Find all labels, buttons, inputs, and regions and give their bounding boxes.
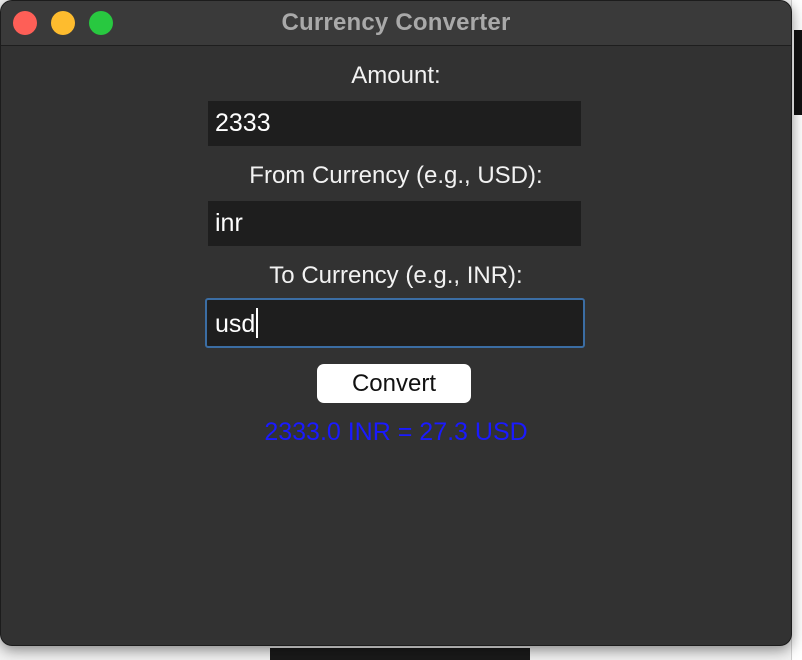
from-currency-label: From Currency (e.g., USD):	[249, 162, 543, 189]
to-currency-input[interactable]: usd	[205, 298, 585, 348]
title-bar[interactable]: Currency Converter	[1, 1, 791, 46]
minimize-window-button[interactable]	[51, 11, 75, 35]
zoom-window-button[interactable]	[89, 11, 113, 35]
convert-button[interactable]: Convert	[317, 364, 471, 403]
to-currency-input-value: usd	[215, 310, 256, 338]
amount-label: Amount:	[351, 62, 441, 89]
window-title: Currency Converter	[281, 9, 511, 36]
app-window: Currency Converter Amount: 2333 From Cur…	[0, 0, 792, 646]
background-window-edge	[791, 0, 802, 660]
from-currency-input[interactable]: inr	[208, 201, 581, 246]
to-currency-label: To Currency (e.g., INR):	[269, 262, 523, 289]
window-controls	[13, 11, 113, 35]
close-window-button[interactable]	[13, 11, 37, 35]
amount-input-value: 2333	[215, 109, 271, 137]
background-window-fragment	[794, 30, 802, 115]
conversion-result: 2333.0 INR = 27.3 USD	[264, 418, 528, 446]
text-caret	[256, 308, 259, 339]
from-currency-input-value: inr	[215, 209, 243, 237]
background-dock-fragment	[270, 648, 530, 660]
amount-input[interactable]: 2333	[208, 101, 581, 146]
